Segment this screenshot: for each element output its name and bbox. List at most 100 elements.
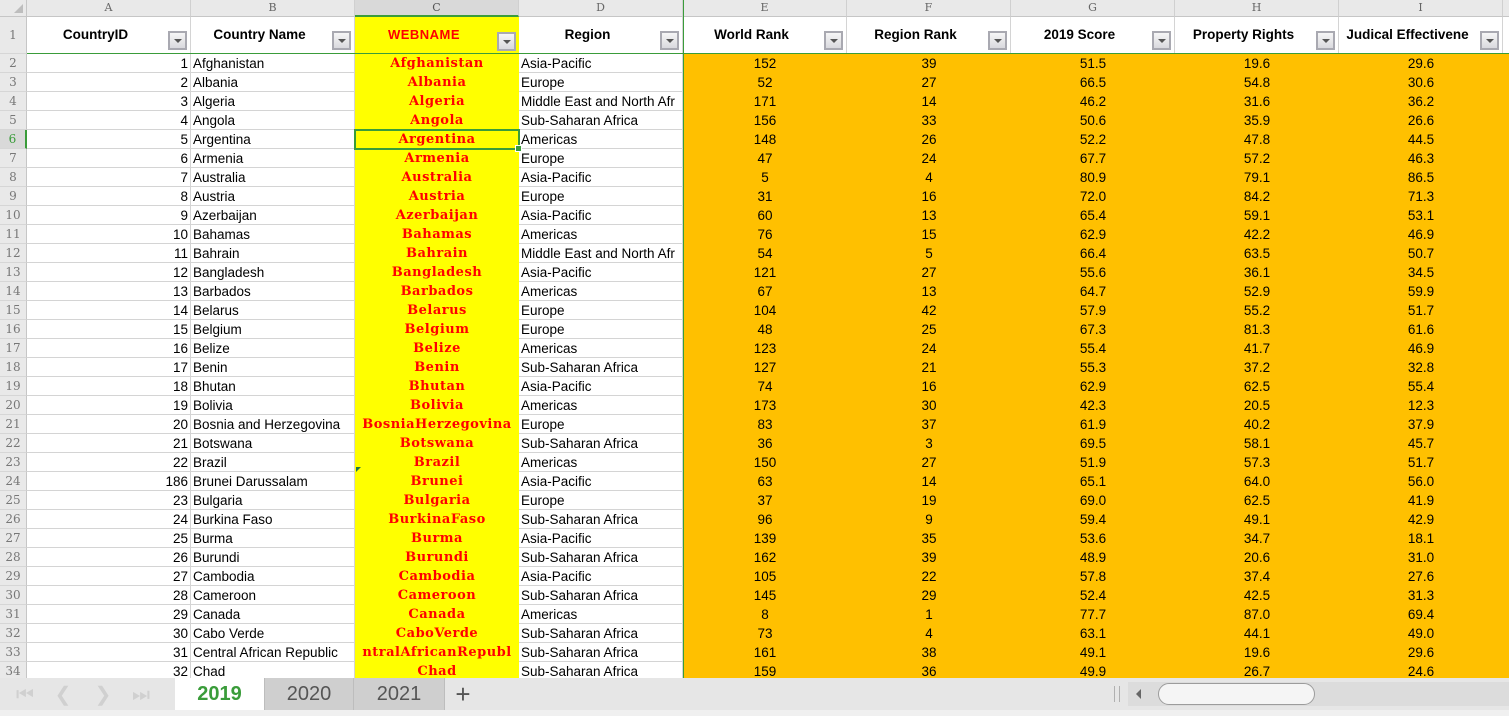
filter-dropdown-icon[interactable] [332,31,351,50]
horizontal-scroll-thumb[interactable] [1158,683,1315,705]
cell-name[interactable]: Austria [191,187,355,206]
cell-world-rank[interactable]: 31 [683,187,847,206]
cell-id[interactable]: 2 [27,73,191,92]
cell-score[interactable]: 55.4 [1011,339,1175,358]
cell-name[interactable]: Central African Republic [191,643,355,662]
cell-world-rank[interactable]: 105 [683,567,847,586]
cell-web[interactable]: Belize [355,339,519,358]
cell-id[interactable]: 19 [27,396,191,415]
cell-world-rank[interactable]: 162 [683,548,847,567]
cell-region-rank[interactable]: 19 [847,491,1011,510]
sheet-tab-2021[interactable]: 2021 [354,678,445,710]
header-cell-region-rank[interactable]: Region Rank [847,17,1011,54]
cell-name[interactable]: Bhutan [191,377,355,396]
cell-overflow[interactable] [1503,320,1509,339]
cell-region-rank[interactable]: 3 [847,434,1011,453]
cell-world-rank[interactable]: 37 [683,491,847,510]
cell-region-rank[interactable]: 39 [847,54,1011,73]
cell-overflow[interactable] [1503,567,1509,586]
cell-region-rank[interactable]: 38 [847,643,1011,662]
cell-world-rank[interactable]: 161 [683,643,847,662]
cell-name[interactable]: Burma [191,529,355,548]
cell-region-rank[interactable]: 14 [847,92,1011,111]
cell-score[interactable]: 67.7 [1011,149,1175,168]
cell-property-rights[interactable]: 19.6 [1175,54,1339,73]
cell-web[interactable]: Burundi [355,548,519,567]
cell-web[interactable]: Argentina [355,130,519,149]
cell-overflow[interactable] [1503,662,1509,678]
cell-region[interactable]: Americas [519,225,683,244]
row-header[interactable]: 9 [0,187,27,206]
cell-region-rank[interactable]: 4 [847,624,1011,643]
cell-judicial[interactable]: 46.3 [1339,149,1503,168]
cell-name[interactable]: Cambodia [191,567,355,586]
cell-region[interactable]: Sub-Saharan Africa [519,434,683,453]
cell-overflow[interactable] [1503,396,1509,415]
cell-region[interactable]: Europe [519,491,683,510]
cell-id[interactable]: 28 [27,586,191,605]
cell-name[interactable]: Cabo Verde [191,624,355,643]
cell-property-rights[interactable]: 40.2 [1175,415,1339,434]
cell-overflow[interactable] [1503,111,1509,130]
cell-name[interactable]: Algeria [191,92,355,111]
cell-region[interactable]: Americas [519,605,683,624]
cell-region[interactable]: Sub-Saharan Africa [519,586,683,605]
cell-name[interactable]: Barbados [191,282,355,301]
cell-world-rank[interactable]: 150 [683,453,847,472]
cell-overflow[interactable] [1503,529,1509,548]
cell-world-rank[interactable]: 60 [683,206,847,225]
cell-property-rights[interactable]: 54.8 [1175,73,1339,92]
row-header[interactable]: 12 [0,244,27,263]
cell-region-rank[interactable]: 14 [847,472,1011,491]
cell-judicial[interactable]: 53.1 [1339,206,1503,225]
cell-judicial[interactable]: 32.8 [1339,358,1503,377]
cell-world-rank[interactable]: 139 [683,529,847,548]
cell-overflow[interactable] [1503,472,1509,491]
cell-judicial[interactable]: 30.6 [1339,73,1503,92]
cell-region-rank[interactable]: 4 [847,168,1011,187]
cell-world-rank[interactable]: 54 [683,244,847,263]
row-header[interactable]: 4 [0,92,27,111]
cell-region-rank[interactable]: 27 [847,453,1011,472]
cell-world-rank[interactable]: 96 [683,510,847,529]
filter-dropdown-icon[interactable] [1480,31,1499,50]
cell-overflow[interactable] [1503,92,1509,111]
cell-name[interactable]: Bahamas [191,225,355,244]
cell-region[interactable]: Americas [519,453,683,472]
row-header[interactable]: 27 [0,529,27,548]
cell-id[interactable]: 9 [27,206,191,225]
cell-overflow[interactable] [1503,168,1509,187]
cell-overflow[interactable] [1503,491,1509,510]
cell-judicial[interactable]: 34.5 [1339,263,1503,282]
cell-judicial[interactable]: 44.5 [1339,130,1503,149]
cell-property-rights[interactable]: 79.1 [1175,168,1339,187]
header-cell-web[interactable]: WEBNAME [355,17,519,54]
column-header-d[interactable]: D [519,0,683,17]
cell-score[interactable]: 62.9 [1011,225,1175,244]
column-header-next[interactable] [1503,0,1509,17]
cell-overflow[interactable] [1503,453,1509,472]
cell-region-rank[interactable]: 21 [847,358,1011,377]
cell-overflow[interactable] [1503,263,1509,282]
cell-name[interactable]: Burkina Faso [191,510,355,529]
row-header[interactable]: 18 [0,358,27,377]
cell-property-rights[interactable]: 87.0 [1175,605,1339,624]
cell-world-rank[interactable]: 156 [683,111,847,130]
cell-name[interactable]: Brunei Darussalam [191,472,355,491]
cell-web[interactable]: Cameroon [355,586,519,605]
cell-score[interactable]: 57.9 [1011,301,1175,320]
cell-overflow[interactable] [1503,149,1509,168]
cell-property-rights[interactable]: 20.6 [1175,548,1339,567]
row-header[interactable]: 24 [0,472,27,491]
cell-overflow[interactable] [1503,643,1509,662]
cell-region[interactable]: Asia-Pacific [519,529,683,548]
cell-region[interactable]: Sub-Saharan Africa [519,643,683,662]
cell-score[interactable]: 66.5 [1011,73,1175,92]
header-cell-id[interactable]: CountryID [27,17,191,54]
cell-id[interactable]: 186 [27,472,191,491]
cell-id[interactable]: 21 [27,434,191,453]
cell-property-rights[interactable]: 37.2 [1175,358,1339,377]
cell-score[interactable]: 77.7 [1011,605,1175,624]
column-header-i[interactable]: I [1339,0,1503,17]
cell-region[interactable]: Asia-Pacific [519,472,683,491]
